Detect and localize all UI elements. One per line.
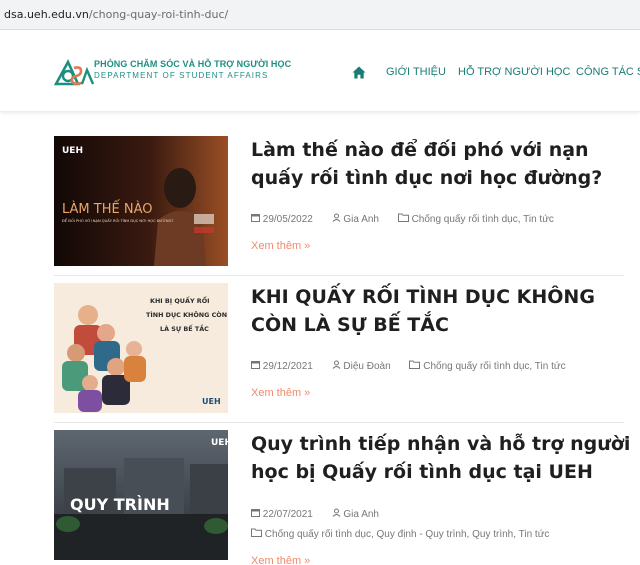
folder-icon — [251, 528, 262, 537]
post-meta: 29/05/2022 Gia Anh Chống quấy rối tình d… — [251, 213, 570, 225]
calendar-icon — [251, 509, 260, 517]
post-meta: 29/12/2021 Diệu Đoàn Chống quấy rối tình… — [251, 360, 582, 372]
thumb-subline: ĐỂ ĐỐI PHÓ VỚI NẠN QUẤY RỐI TÌNH DỤC NƠI… — [62, 218, 173, 223]
folder-icon — [409, 360, 421, 369]
logo-text[interactable]: PHÒNG CHĂM SÓC VÀ HỖ TRỢ NGƯỜI HỌC DEPAR… — [94, 59, 291, 80]
logo-title-en: DEPARTMENT OF STUDENT AFFAIRS — [94, 71, 269, 80]
thumb-brand: UEH — [211, 438, 228, 448]
post-date: 29/12/2021 — [251, 361, 324, 372]
post-date: 29/05/2022 — [251, 214, 324, 225]
url-path: /chong-quay-roi-tinh-duc/ — [88, 8, 229, 21]
divider — [54, 275, 624, 276]
thumb-brand: UEH — [202, 397, 221, 406]
folder-icon — [397, 213, 409, 222]
post-date: 22/07/2021 — [251, 509, 324, 520]
thumb-brand: UEH — [62, 146, 83, 156]
thumb-headline: QUY TRÌNH — [70, 495, 170, 514]
post-meta-date-author: 22/07/2021 Gia Anh — [251, 508, 395, 520]
post-thumbnail[interactable]: KHI BỊ QUẤY RỐI TÌNH DỤC KHÔNG CÒN LÀ SỰ… — [54, 283, 228, 413]
post-item: UEH LÀM THẾ NÀO ĐỂ ĐỐI PHÓ VỚI NẠN QUẤY … — [54, 136, 640, 268]
thumb-line-3: LÀ SỰ BẾ TẮC — [160, 323, 209, 333]
post-thumbnail[interactable]: UEH QUY TRÌNH — [54, 430, 228, 560]
post-author[interactable]: Gia Anh — [332, 508, 387, 520]
address-bar[interactable]: dsa.ueh.edu.vn/chong-quay-roi-tinh-duc/ — [0, 0, 640, 30]
read-more-link[interactable]: Xem thêm » — [251, 555, 310, 565]
post-title[interactable]: Làm thế nào để đối phó với nạn quấy rối … — [251, 136, 636, 192]
post-categories[interactable]: Chống quấy rối tình dục, Tin tức — [409, 360, 573, 372]
thumb-line-1: KHI BỊ QUẤY RỐI — [150, 295, 210, 305]
user-icon — [332, 508, 341, 517]
read-more-link[interactable]: Xem thêm » — [251, 387, 310, 399]
home-icon[interactable] — [352, 66, 366, 79]
post-meta-categories: Chống quấy rối tình dục, Quy định - Quy … — [251, 528, 565, 540]
post-categories[interactable]: Chống quấy rối tình dục, Quy định - Quy … — [251, 528, 557, 540]
post-title[interactable]: Quy trình tiếp nhận và hỗ trợ người học … — [251, 430, 636, 486]
read-more-link[interactable]: Xem thêm » — [251, 240, 310, 252]
post-item: UEH QUY TRÌNH Quy trình tiếp nhận và hỗ … — [54, 430, 640, 565]
post-item: KHI BỊ QUẤY RỐI TÌNH DỤC KHÔNG CÒN LÀ SỰ… — [54, 283, 640, 415]
post-thumbnail[interactable]: UEH LÀM THẾ NÀO ĐỂ ĐỐI PHÓ VỚI NẠN QUẤY … — [54, 136, 228, 266]
site-header: PHÒNG CHĂM SÓC VÀ HỖ TRỢ NGƯỜI HỌC DEPAR… — [0, 30, 640, 112]
calendar-icon — [251, 361, 260, 369]
post-author[interactable]: Gia Anh — [332, 213, 390, 225]
nav-item-cong-tac[interactable]: CÔNG TÁC SI — [576, 66, 640, 78]
logo-title-vn: PHÒNG CHĂM SÓC VÀ HỖ TRỢ NGƯỜI HỌC — [94, 59, 292, 69]
calendar-icon — [251, 214, 260, 222]
post-categories[interactable]: Chống quấy rối tình dục, Tin tức — [397, 213, 562, 225]
user-icon — [332, 213, 341, 222]
nav-item-gioi-thieu[interactable]: GIỚI THIỆU — [386, 66, 446, 78]
divider — [54, 422, 624, 423]
post-title[interactable]: KHI QUẤY RỐI TÌNH DỤC KHÔNG CÒN LÀ SỰ BẾ… — [251, 283, 636, 339]
dsa-logo-icon[interactable] — [54, 58, 94, 86]
thumb-headline: LÀM THẾ NÀO — [62, 200, 152, 217]
post-author[interactable]: Diệu Đoàn — [332, 360, 402, 372]
thumb-line-2: TÌNH DỤC KHÔNG CÒN — [146, 310, 227, 319]
user-icon — [332, 360, 341, 369]
nav-item-ho-tro-nguoi-hoc[interactable]: HỖ TRỢ NGƯỜI HỌC — [458, 66, 570, 78]
url-host: dsa.ueh.edu.vn — [4, 8, 89, 21]
